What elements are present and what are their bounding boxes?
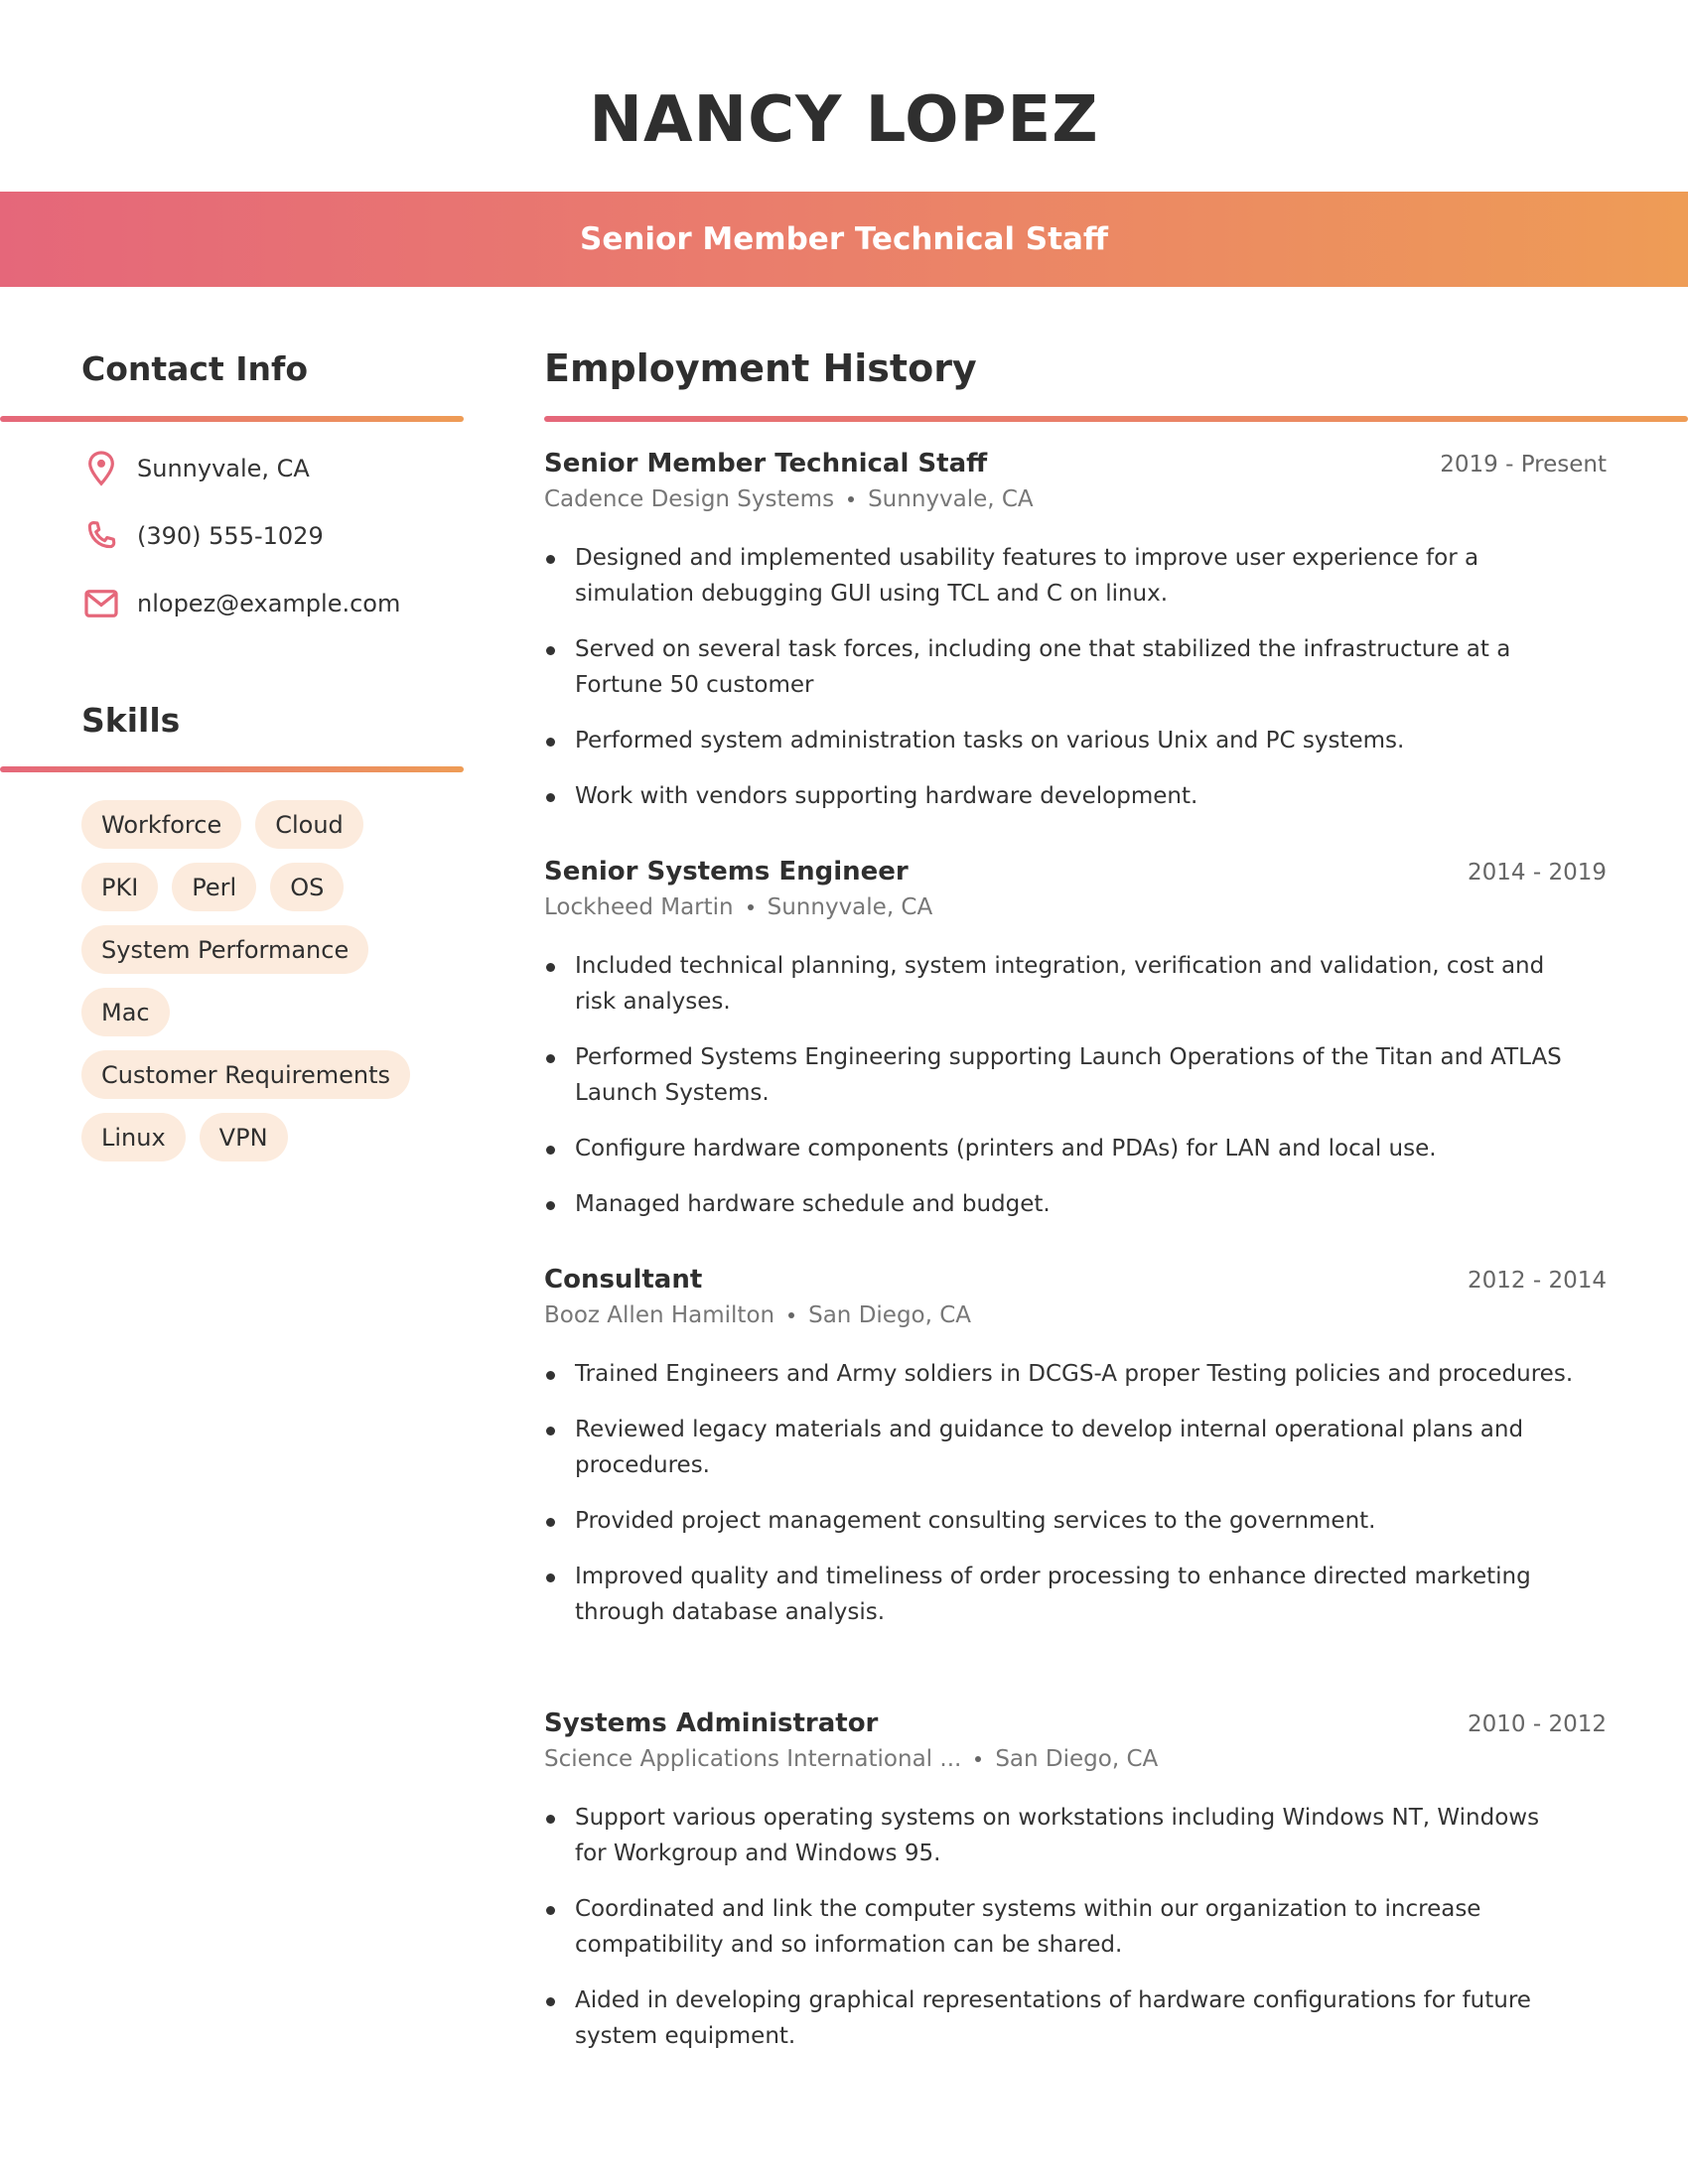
job-dates: 2010 - 2012 — [1468, 1711, 1607, 1737]
job-title: Senior Member Technical Staff — [544, 449, 988, 478]
job-entry: Systems Administrator 2010 - 2012 Scienc… — [544, 1708, 1607, 2074]
phone-icon — [81, 516, 121, 556]
contact-info-divider — [0, 416, 464, 422]
skill-row: Workforce Cloud — [81, 800, 459, 849]
job-company: Science Applications International ... — [544, 1746, 962, 1772]
job-dates: 2014 - 2019 — [1468, 860, 1607, 886]
job-entry: Senior Systems Engineer 2014 - 2019 Lock… — [544, 857, 1607, 1242]
skill-row: Customer Requirements — [81, 1050, 459, 1099]
job-bullet: Work with vendors supporting hardware de… — [544, 778, 1578, 814]
skill-tag: Workforce — [81, 800, 242, 849]
skill-row: Mac — [81, 988, 459, 1036]
skill-tag: Linux — [81, 1113, 186, 1161]
separator-dot — [975, 1756, 982, 1762]
skill-row: System Performance — [81, 925, 459, 974]
job-entry: Senior Member Technical Staff 2019 - Pre… — [544, 449, 1607, 834]
job-bullet: Configure hardware components (printers … — [544, 1131, 1578, 1166]
job-company: Cadence Design Systems — [544, 486, 835, 512]
mail-icon — [81, 584, 121, 623]
job-location: San Diego, CA — [808, 1302, 972, 1328]
job-bullet: Trained Engineers and Army soldiers in D… — [544, 1356, 1578, 1392]
contact-email: nlopez@example.com — [81, 584, 400, 623]
job-dates: 2012 - 2014 — [1468, 1268, 1607, 1294]
separator-dot — [788, 1312, 795, 1318]
skill-tag: Cloud — [255, 800, 363, 849]
headline-title: Senior Member Technical Staff — [580, 221, 1108, 257]
job-bullet: Support various operating systems on wor… — [544, 1800, 1578, 1871]
job-bullet: Served on several task forces, including… — [544, 631, 1578, 703]
contact-location-text: Sunnyvale, CA — [137, 455, 310, 482]
skill-tag: PKI — [81, 863, 159, 911]
skill-row: Linux VPN — [81, 1113, 459, 1161]
job-bullet: Performed Systems Engineering supporting… — [544, 1039, 1578, 1111]
contact-email-text: nlopez@example.com — [137, 590, 401, 617]
job-bullet: Reviewed legacy materials and guidance t… — [544, 1412, 1578, 1483]
contact-phone-text: (390) 555-1029 — [137, 522, 324, 550]
location-pin-icon — [81, 449, 121, 488]
separator-dot — [848, 496, 855, 502]
job-entry: Consultant 2012 - 2014 Booz Allen Hamilt… — [544, 1265, 1607, 1650]
skill-tag: Mac — [81, 988, 170, 1036]
job-bullet: Included technical planning, system inte… — [544, 948, 1578, 1020]
skill-tag: VPN — [199, 1113, 288, 1161]
job-title: Consultant — [544, 1265, 703, 1295]
skills-list: Workforce Cloud PKI Perl OS System Perfo… — [81, 800, 459, 1175]
job-bullet: Performed system administration tasks on… — [544, 723, 1578, 758]
job-bullet: Provided project management consulting s… — [544, 1503, 1578, 1539]
skill-tag: Customer Requirements — [81, 1050, 411, 1099]
job-dates: 2019 - Present — [1440, 452, 1607, 478]
job-bullet: Aided in developing graphical representa… — [544, 1982, 1578, 2054]
job-location: Sunnyvale, CA — [868, 486, 1034, 512]
skills-divider — [0, 766, 464, 772]
contact-info-heading: Contact Info — [81, 349, 309, 388]
job-bullets: Support various operating systems on wor… — [544, 1800, 1607, 2054]
job-bullet: Designed and implemented usability featu… — [544, 540, 1578, 612]
headline-banner: Senior Member Technical Staff — [0, 192, 1688, 287]
skill-tag: System Performance — [81, 925, 369, 974]
job-bullets: Trained Engineers and Army soldiers in D… — [544, 1356, 1607, 1630]
candidate-name: NANCY LOPEZ — [589, 83, 1099, 157]
separator-dot — [747, 904, 754, 910]
contact-phone: (390) 555-1029 — [81, 516, 324, 556]
job-title: Systems Administrator — [544, 1708, 879, 1738]
skill-tag: Perl — [172, 863, 257, 911]
skill-row: PKI Perl OS — [81, 863, 459, 911]
job-bullet: Managed hardware schedule and budget. — [544, 1186, 1578, 1222]
employment-history-heading: Employment History — [544, 346, 977, 390]
job-company: Lockheed Martin — [544, 894, 734, 920]
skills-heading: Skills — [81, 701, 181, 740]
job-bullet: Coordinated and link the computer system… — [544, 1891, 1578, 1963]
job-company: Booz Allen Hamilton — [544, 1302, 775, 1328]
job-title: Senior Systems Engineer — [544, 857, 909, 887]
job-bullets: Included technical planning, system inte… — [544, 948, 1607, 1222]
job-location: Sunnyvale, CA — [767, 894, 933, 920]
skill-tag: OS — [270, 863, 345, 911]
job-bullet: Improved quality and timeliness of order… — [544, 1559, 1578, 1630]
employment-history-divider — [544, 416, 1688, 422]
job-bullets: Designed and implemented usability featu… — [544, 540, 1607, 814]
contact-location: Sunnyvale, CA — [81, 449, 310, 488]
job-location: San Diego, CA — [995, 1746, 1159, 1772]
